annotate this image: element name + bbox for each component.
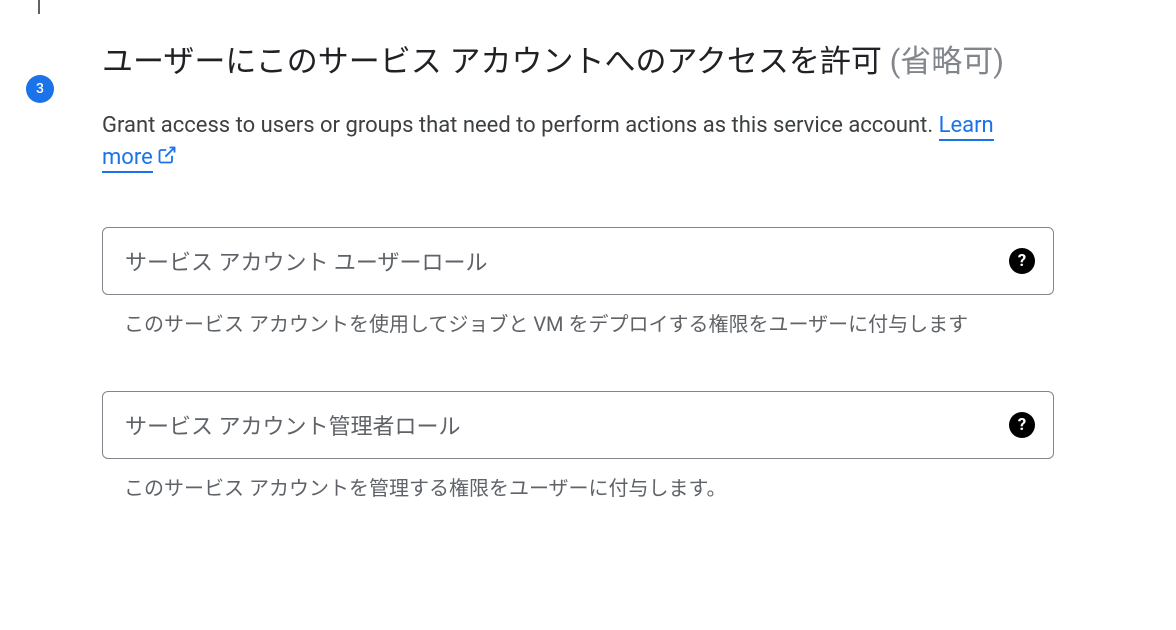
step-content: ユーザーにこのサービス アカウントへのアクセスを許可 (省略可) Grant a… bbox=[102, 42, 1062, 503]
step-title: ユーザーにこのサービス アカウントへのアクセスを許可 (省略可) bbox=[102, 42, 1062, 82]
step-title-main: ユーザーにこのサービス アカウントへのアクセスを許可 bbox=[102, 43, 890, 80]
stepper-connector-line bbox=[38, 0, 40, 14]
admin-role-helper-text: このサービス アカウントを管理する権限をユーザーに付与します。 bbox=[102, 473, 1022, 503]
step-number-badge: 3 bbox=[26, 75, 54, 103]
description-text: Grant access to users or groups that nee… bbox=[102, 113, 939, 138]
step-title-optional: (省略可) bbox=[890, 43, 1004, 80]
step-description: Grant access to users or groups that nee… bbox=[102, 110, 1042, 175]
admin-role-field-group: サービス アカウント管理者ロール ? このサービス アカウントを管理する権限をユ… bbox=[102, 391, 1062, 503]
external-link-icon bbox=[157, 143, 177, 175]
user-role-helper-text: このサービス アカウントを使用してジョブと VM をデプロイする権限をユーザーに… bbox=[102, 309, 1022, 339]
user-role-field-group: サービス アカウント ユーザーロール ? このサービス アカウントを使用してジョ… bbox=[102, 227, 1062, 339]
service-account-user-role-input[interactable]: サービス アカウント ユーザーロール ? bbox=[102, 227, 1054, 295]
user-role-placeholder: サービス アカウント ユーザーロール bbox=[125, 245, 487, 277]
help-icon[interactable]: ? bbox=[1009, 412, 1035, 438]
help-icon[interactable]: ? bbox=[1009, 248, 1035, 274]
service-account-admin-role-input[interactable]: サービス アカウント管理者ロール ? bbox=[102, 391, 1054, 459]
admin-role-placeholder: サービス アカウント管理者ロール bbox=[125, 409, 460, 441]
step-3-section: 3 ユーザーにこのサービス アカウントへのアクセスを許可 (省略可) Grant… bbox=[26, 42, 1062, 555]
